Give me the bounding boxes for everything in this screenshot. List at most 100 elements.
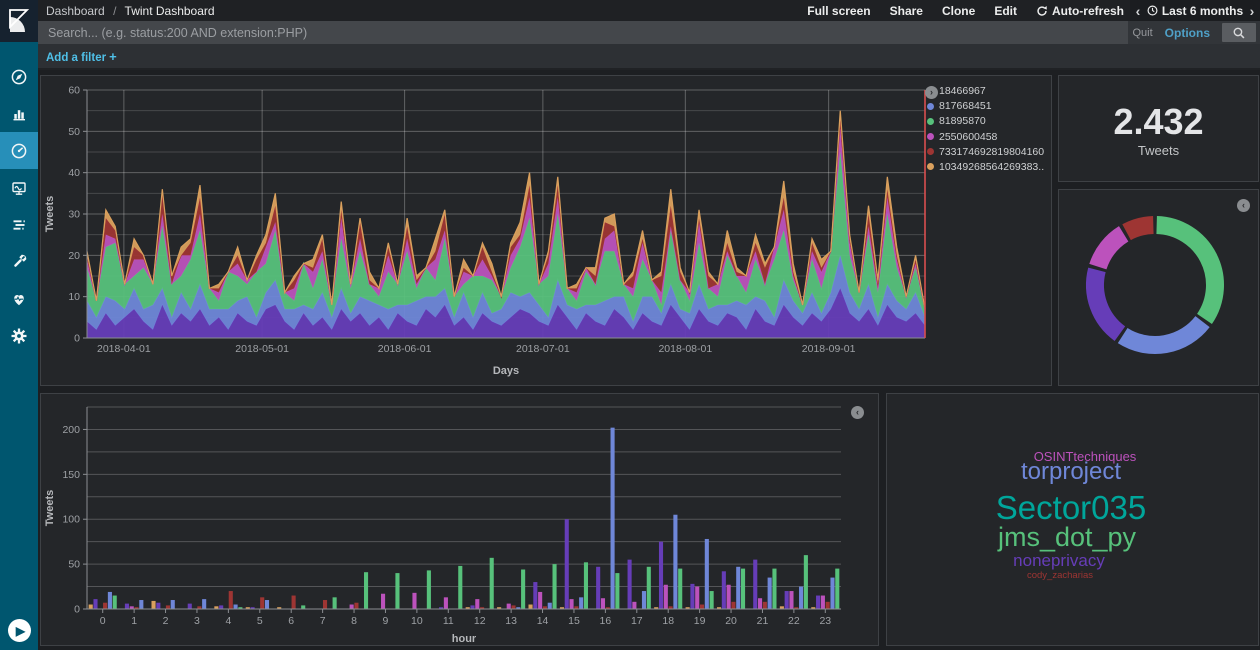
x-tick-label: 7 [320,615,326,627]
bar-2550600458-h13 [506,603,511,609]
x-tick-label: 3 [194,615,200,627]
bar-2550600458-h18 [663,584,668,609]
legend-toggle-button[interactable]: ‹ [1237,199,1250,212]
donut-slice-4 [1122,216,1154,241]
bar-2550600458-h10 [412,592,417,609]
bar-18466967-h0 [93,599,98,609]
sidebar-item-dev-tools[interactable] [0,243,38,280]
y-axis-title: Tweets [44,196,56,232]
bar-817668451-h16 [610,427,615,609]
clock-icon [1147,5,1158,16]
legend-item[interactable]: 2550600458 [927,131,1045,143]
x-tick-label: 8 [351,615,357,627]
sidebar-item-discover[interactable] [0,58,38,95]
breadcrumb: Dashboard / Twint Dashboard [46,4,215,18]
tag-cloud-term[interactable]: torproject [1021,460,1121,484]
breadcrumb-dashboard-link[interactable]: Dashboard [46,4,105,18]
area-chart[interactable]: 2018-04-01 2018-05-01 2018-06-01 2018-07-01… [41,76,1051,385]
clone-button[interactable]: Clone [942,4,975,18]
bar-81895870-h11 [458,565,463,609]
bar-733174692819804160-h6 [291,595,296,609]
bar-18466967-h18 [658,541,664,609]
quit-label[interactable]: Quit [1132,27,1152,39]
y-tick-label: 150 [62,469,80,481]
time-range-button[interactable]: Last 6 months [1147,4,1243,18]
bar-733174692819804160-h5 [260,597,265,609]
x-tick-label: 2018-07-01 [516,343,570,355]
tag-cloud-term[interactable]: noneprivacy [1013,552,1105,569]
area-series-2550600458 [87,127,925,310]
bar-733174692819804160-h0 [103,602,108,609]
share-button[interactable]: Share [890,4,923,18]
time-back-button[interactable]: ‹ [1130,3,1146,19]
tag-cloud-term[interactable]: cody_zacharias [1027,571,1093,581]
legend-toggle-button[interactable]: › [925,86,938,99]
kibana-logo[interactable] [0,0,38,42]
bar-81895870-h12 [489,557,494,609]
sidebar-item-monitoring[interactable] [0,280,38,317]
bar-2550600458-h15 [569,599,574,609]
query-bar-right: Quit Options [1128,21,1260,44]
dashboard-menu: Full screen Share Clone Edit Auto-refres… [807,0,1124,21]
y-tick-label: 30 [68,209,80,221]
sidebar-item-visualize[interactable] [0,95,38,132]
y-tick-label: 40 [68,167,80,179]
tag-cloud-term[interactable]: Sector035 [996,491,1146,524]
sidebar-item-timelion[interactable] [0,169,38,206]
bar-18466967-h16 [596,566,601,609]
legend-toggle-button[interactable]: ‹ [851,406,864,419]
edit-button[interactable]: Edit [994,4,1017,18]
bar-81895870-h14 [552,564,557,609]
donut-chart[interactable] [1059,190,1258,385]
legend-item[interactable]: 817668451 [927,100,1045,112]
bar-chart-icon [13,109,25,120]
bar-817668451-h4 [233,604,238,609]
bar-81895870-h10 [426,570,431,609]
bar-817668451-h19 [704,538,709,609]
sidebar-item-logs[interactable] [0,206,38,243]
bar-733174692819804160-h4 [228,591,233,609]
bar-81895870-h19 [709,591,714,609]
time-picker: ‹ Last 6 months › [1130,0,1260,21]
tag-cloud-term[interactable]: jms_dot_py [998,524,1136,551]
bar-10349268564269383...-h0 [88,604,93,609]
full-screen-button[interactable]: Full screen [807,4,870,18]
bar-2550600458-h14 [538,591,543,609]
breadcrumb-separator: / [113,3,117,18]
legend-swatch [927,133,934,141]
x-tick-label: 13 [505,615,517,627]
x-tick-label: 10 [411,615,423,627]
x-tick-label: 22 [788,615,800,627]
page-title: Twint Dashboard [124,3,215,18]
x-axis-title: Days [493,365,519,377]
add-filter-button[interactable]: Add a filter + [46,49,117,64]
donut-slice-1 [1117,315,1210,354]
bar-18466967-h14 [533,582,538,609]
options-button[interactable]: Options [1165,26,1210,40]
legend-swatch [927,148,934,156]
x-tick-label: 16 [600,615,612,627]
legend-item[interactable]: 18466967 [927,85,1045,97]
x-tick-label: 12 [474,615,486,627]
search-submit-button[interactable] [1222,23,1256,42]
bar-81895870-h9 [395,573,400,609]
legend-swatch [927,163,934,171]
metric-value: 2.432 [1113,101,1204,142]
bar-817668451-h23 [830,577,835,609]
legend-item[interactable]: 81895870 [927,115,1045,127]
bar-81895870-h8 [363,572,369,609]
legend-item[interactable]: 733174692819804160 [927,146,1045,158]
bar-81895870-h0 [112,595,117,609]
kibana-dashboard-app: ▶ Dashboard / Twint Dashboard Full scree… [0,0,1260,650]
sidebar-collapse-button[interactable]: ▶ [8,619,31,642]
x-tick-label: 15 [568,615,580,627]
top-navbar: Dashboard / Twint Dashboard Full screen … [38,0,1260,21]
auto-refresh-button[interactable]: Auto-refresh [1036,4,1124,18]
legend-item[interactable]: 10349268564269383... [927,161,1045,173]
sidebar-item-management[interactable] [0,317,38,354]
sidebar-item-dashboard[interactable] [0,132,38,169]
search-input[interactable] [38,21,1128,44]
bar-chart[interactable]: 0 1 2 3 4 5 6 7 8 9 10 11 12 13 14 15 16 17 18 19 20 21 22 2305… [41,394,878,645]
x-tick-label: 21 [757,615,769,627]
time-forward-button[interactable]: › [1244,3,1260,19]
